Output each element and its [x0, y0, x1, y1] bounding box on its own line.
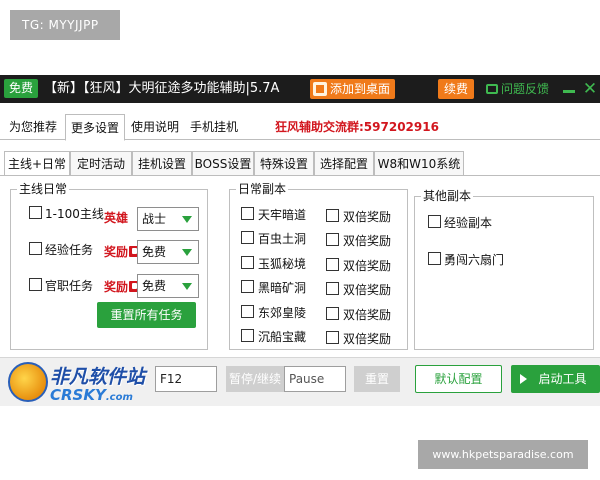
other-dungeon-group: 其他副本 [414, 189, 594, 350]
dropdown-arrow-icon [182, 283, 192, 290]
subtab-afk-settings[interactable]: 挂机设置 [132, 151, 192, 176]
tab-mobile-afk[interactable]: 手机挂机 [186, 114, 242, 140]
dungeon-label: 玉狐秘境 [258, 257, 307, 271]
double-reward-label: 双倍奖励 [343, 332, 392, 346]
six-doors-checkbox[interactable] [428, 252, 441, 265]
chat-icon [486, 84, 498, 94]
watermark-bottom: www.hkpetsparadise.com [418, 440, 588, 469]
start-tool-button[interactable]: 启动工具 [511, 365, 600, 393]
dungeon-checkbox[interactable] [241, 207, 254, 220]
dungeon-checkbox[interactable] [241, 329, 254, 342]
renew-button[interactable]: 续费 [438, 79, 474, 99]
dungeon-checkbox[interactable] [241, 280, 254, 293]
subtab-main-daily[interactable]: 主线+日常 [4, 151, 70, 176]
dropdown-arrow-icon [182, 216, 192, 223]
add-to-desktop-label: 添加到桌面 [330, 82, 391, 96]
title-bar: 免费 【新】【狂风】大明征途多功能辅助|5.7A 添加到桌面 续费 问题反馈 ✕ [0, 75, 600, 103]
subtab-special-settings[interactable]: 特殊设置 [254, 151, 314, 176]
exp-dungeon-checkbox[interactable] [428, 215, 441, 228]
main-daily-title: 主线日常 [17, 182, 70, 197]
site-logo-icon [8, 362, 48, 402]
subtab-timed-events[interactable]: 定时活动 [70, 151, 132, 176]
subtab-select-config[interactable]: 选择配置 [314, 151, 374, 176]
double-reward-label: 双倍奖励 [343, 210, 392, 224]
official-quest-label: 官职任务 [45, 279, 94, 293]
dungeon-label: 天牢暗道 [258, 208, 307, 222]
app-title: 【新】【狂风】大明征途多功能辅助|5.7A [44, 81, 280, 96]
pause-resume-label: 暂停/继续 [226, 366, 284, 392]
main-quest-label: 1-100主线 [45, 207, 104, 221]
hero-label: 英雄 [104, 211, 129, 225]
double-reward-checkbox[interactable] [326, 258, 339, 271]
play-icon [520, 374, 527, 384]
dungeon-label: 百虫土洞 [258, 232, 307, 246]
site-logo-en: CRSKY.com [50, 386, 133, 404]
feedback-button[interactable]: 问题反馈 [486, 79, 549, 99]
tab-instructions[interactable]: 使用说明 [127, 114, 183, 140]
sub-tab-bar: 主线+日常 定时活动 挂机设置 BOSS设置 特殊设置 选择配置 W8和W10系… [0, 151, 600, 176]
divider [0, 175, 600, 176]
group-info: 狂风辅助交流群:597202916 [275, 120, 439, 134]
dungeon-checkbox[interactable] [241, 231, 254, 244]
subtab-w8-w10[interactable]: W8和W10系统 [374, 151, 464, 176]
double-reward-checkbox[interactable] [326, 233, 339, 246]
desktop-icon [313, 82, 327, 96]
official-quest-checkbox[interactable] [29, 278, 42, 291]
watermark-top: TG: MYYJJPP [10, 10, 120, 40]
default-config-button[interactable]: 默认配置 [415, 365, 502, 393]
six-doors-label: 勇闯六扇门 [444, 253, 505, 267]
daily-dungeon-title: 日常副本 [236, 182, 289, 197]
double-reward-label: 双倍奖励 [343, 283, 392, 297]
double-reward-checkbox[interactable] [326, 209, 339, 222]
add-to-desktop-button[interactable]: 添加到桌面 [310, 79, 396, 99]
pause-key-input[interactable]: Pause [284, 366, 346, 392]
exp-quest-label: 经验任务 [45, 243, 94, 257]
double-reward-checkbox[interactable] [326, 282, 339, 295]
dungeon-checkbox[interactable] [241, 256, 254, 269]
minimize-icon[interactable] [562, 83, 576, 95]
double-reward-checkbox[interactable] [326, 307, 339, 320]
close-icon[interactable]: ✕ [582, 80, 598, 98]
reward-label: 奖励 [104, 280, 142, 295]
double-reward-checkbox[interactable] [326, 331, 339, 344]
dungeon-label: 东郊皇陵 [258, 306, 307, 320]
exp-dungeon-label: 经验副本 [444, 216, 493, 230]
main-quest-checkbox[interactable] [29, 206, 42, 219]
site-logo-cn: 非凡软件站 [50, 366, 146, 388]
other-dungeon-title: 其他副本 [421, 189, 474, 204]
double-reward-label: 双倍奖励 [343, 259, 392, 273]
hero-select[interactable]: 战士 [137, 207, 199, 231]
reset-button[interactable]: 重置 [354, 366, 400, 392]
tab-recommend[interactable]: 为您推荐 [4, 114, 62, 140]
start-tool-label: 启动工具 [538, 372, 587, 386]
hotkey-input[interactable]: F12 [155, 366, 217, 392]
double-reward-label: 双倍奖励 [343, 234, 392, 248]
subtab-boss-settings[interactable]: BOSS设置 [192, 151, 254, 176]
main-tab-bar: 为您推荐 更多设置 使用说明 手机挂机 狂风辅助交流群:597202916 [0, 114, 600, 141]
reward-label: 奖励 [104, 245, 142, 260]
tab-more-settings[interactable]: 更多设置 [65, 114, 125, 141]
reset-all-tasks-button[interactable]: 重置所有任务 [97, 302, 196, 328]
dungeon-label: 沉船宝藏 [258, 330, 307, 344]
double-reward-label: 双倍奖励 [343, 308, 392, 322]
dungeon-checkbox[interactable] [241, 305, 254, 318]
exp-reward-select[interactable]: 免费 [137, 240, 199, 264]
exp-quest-checkbox[interactable] [29, 242, 42, 255]
dungeon-label: 黑暗矿洞 [258, 281, 307, 295]
official-reward-select[interactable]: 免费 [137, 274, 199, 298]
free-badge: 免费 [4, 79, 39, 98]
dropdown-arrow-icon [182, 249, 192, 256]
feedback-label: 问题反馈 [501, 82, 550, 96]
